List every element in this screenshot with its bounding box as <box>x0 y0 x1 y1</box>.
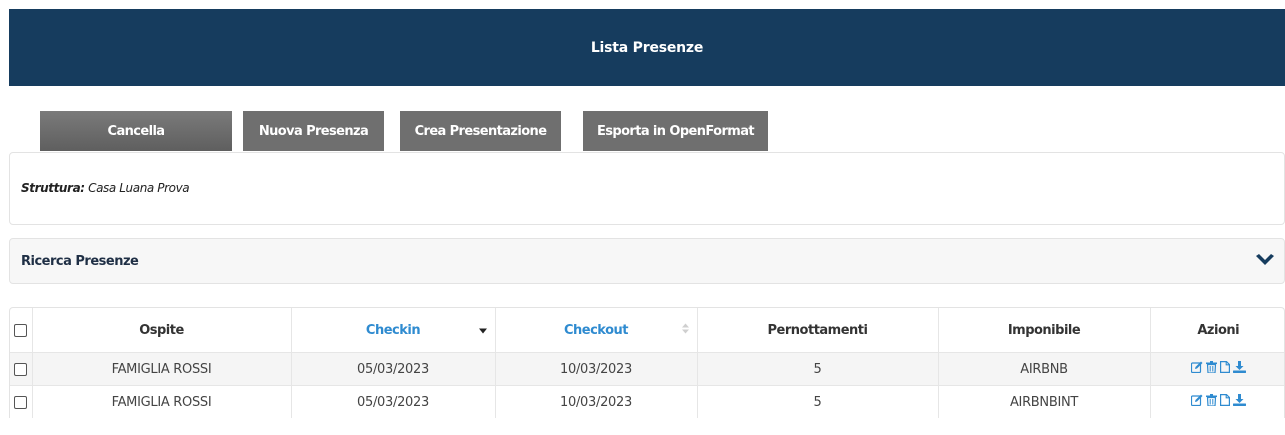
column-header-pernottamenti: Pernottamenti <box>697 308 939 353</box>
search-panel-title: Ricerca Presenze <box>21 253 139 269</box>
row-actions <box>1191 394 1246 407</box>
row-select-cell <box>10 352 33 386</box>
presenze-table: Ospite Checkin Checkout Pernottamenti Im… <box>9 307 1285 418</box>
cell-checkin: 05/03/2023 <box>291 385 496 418</box>
sort-desc-icon <box>478 323 487 338</box>
select-all-checkbox[interactable] <box>14 323 28 337</box>
row-select-cell <box>10 385 33 418</box>
table-row: FAMIGLIA ROSSI 05/03/2023 10/03/2023 5 A… <box>10 385 1284 418</box>
cancella-button[interactable]: Cancella <box>40 111 232 151</box>
cell-imponibile: AIRBNB <box>938 352 1151 386</box>
cell-pernottamenti: 5 <box>697 352 939 386</box>
nuova-presenza-button[interactable]: Nuova Presenza <box>243 111 384 151</box>
cell-azioni <box>1150 385 1284 418</box>
cell-checkout: 10/03/2023 <box>495 352 698 386</box>
column-header-imponibile: Imponibile <box>938 308 1151 353</box>
cell-ospite: FAMIGLIA ROSSI <box>32 385 292 418</box>
table-row: FAMIGLIA ROSSI 05/03/2023 10/03/2023 5 A… <box>10 352 1284 386</box>
download-icon[interactable] <box>1232 361 1246 374</box>
cell-imponibile: AIRBNBINT <box>938 385 1151 418</box>
crea-presentazione-button[interactable]: Crea Presentazione <box>400 111 561 151</box>
document-icon[interactable] <box>1219 361 1232 374</box>
trash-icon[interactable] <box>1205 361 1218 374</box>
struttura-label: Struttura: <box>21 181 85 195</box>
row-checkbox[interactable] <box>14 395 28 409</box>
row-actions <box>1191 361 1246 374</box>
trash-icon[interactable] <box>1205 394 1218 407</box>
row-checkbox[interactable] <box>14 362 28 376</box>
document-icon[interactable] <box>1219 394 1232 407</box>
page-header: Lista Presenze <box>9 9 1285 86</box>
struttura-panel: Struttura: Casa Luana Prova <box>9 152 1285 225</box>
edit-icon[interactable] <box>1191 361 1204 374</box>
table-header-row: Ospite Checkin Checkout Pernottamenti Im… <box>10 308 1284 353</box>
column-header-azioni: Azioni <box>1197 322 1240 338</box>
ricerca-presenze-toggle[interactable]: Ricerca Presenze <box>9 238 1285 284</box>
column-header-checkin[interactable]: Checkin <box>291 308 496 353</box>
cell-ospite: FAMIGLIA ROSSI <box>32 352 292 386</box>
download-icon[interactable] <box>1232 394 1246 407</box>
edit-icon[interactable] <box>1191 394 1204 407</box>
cell-azioni <box>1150 352 1284 386</box>
column-header-checkin-label: Checkin <box>365 322 421 338</box>
sort-both-icon <box>681 323 689 338</box>
column-header-ospite: Ospite <box>32 308 292 353</box>
select-all-cell <box>10 308 33 353</box>
esporta-openformat-button[interactable]: Esporta in OpenFormat <box>583 111 768 151</box>
struttura-value: Casa Luana Prova <box>88 181 190 195</box>
column-header-checkout[interactable]: Checkout <box>495 308 698 353</box>
cell-checkout: 10/03/2023 <box>495 385 698 418</box>
cell-pernottamenti: 5 <box>697 385 939 418</box>
chevron-down-icon[interactable] <box>1254 253 1276 269</box>
struttura-info: Struttura: Casa Luana Prova <box>21 181 190 195</box>
cell-checkin: 05/03/2023 <box>291 352 496 386</box>
column-header-checkout-label: Checkout <box>563 322 629 338</box>
page-title: Lista Presenze <box>590 39 704 56</box>
